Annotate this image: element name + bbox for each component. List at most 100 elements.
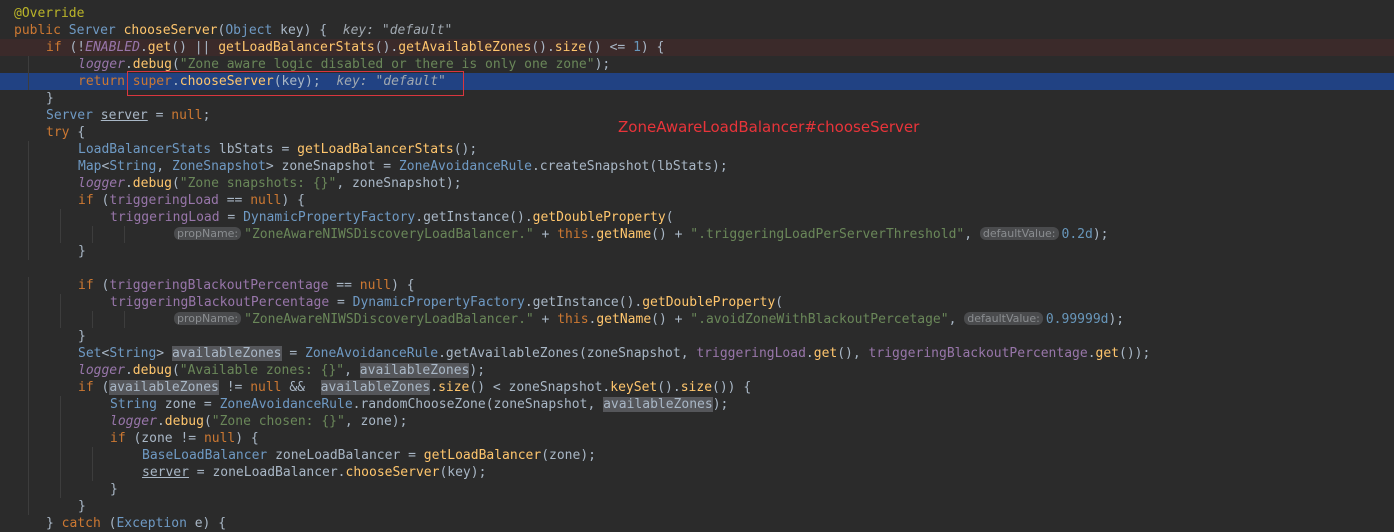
code-line[interactable]: }: [0, 243, 1394, 260]
code-line[interactable]: [0, 260, 1394, 277]
code-line[interactable]: if (!ENABLED.get() || getLoadBalancerSta…: [0, 39, 1394, 56]
code-line[interactable]: propName: "ZoneAwareNIWSDiscoveryLoadBala…: [0, 311, 1394, 328]
code-line[interactable]: Map<String, ZoneSnapshot> zoneSnapshot =…: [0, 158, 1394, 175]
annotation-label: ZoneAwareLoadBalancer#chooseServer: [618, 118, 920, 136]
code-line[interactable]: if (zone != null) {: [0, 430, 1394, 447]
code-token: DynamicPropertyFactory: [243, 210, 416, 225]
code-token: }: [46, 91, 54, 106]
indent-guide: [28, 243, 29, 260]
code-token: (: [203, 414, 212, 429]
indent-guide: [28, 498, 29, 515]
code-line[interactable]: logger.debug("Zone snapshots: {}", zoneS…: [0, 175, 1394, 192]
code-line[interactable]: logger.debug("Available zones: {}", avai…: [0, 362, 1394, 379]
code-token: );: [1108, 312, 1125, 327]
indent-guide: [28, 192, 29, 209]
code-token: "Zone chosen: {}": [211, 414, 345, 429]
code-line[interactable]: Set<String> availableZones = ZoneAvoidan…: [0, 345, 1394, 362]
code-token: getDoubleProperty: [642, 295, 776, 310]
code-token: "ZoneAwareNIWSDiscoveryLoadBalancer.": [244, 312, 534, 327]
code-token: @Override: [14, 6, 85, 21]
code-line-content: Server server = null;: [46, 107, 210, 124]
code-token: ZoneAvoidanceRule: [219, 397, 353, 412]
code-line[interactable]: String zone = ZoneAvoidanceRule.randomCh…: [0, 396, 1394, 413]
indent-guide: [28, 56, 29, 73]
code-token: ) {: [281, 193, 305, 208]
code-token: getName: [596, 227, 652, 242]
code-token: = zoneLoadBalancer.: [188, 465, 346, 480]
code-token: Server: [68, 23, 124, 38]
code-token: key) {: [280, 23, 343, 38]
code-line[interactable]: if (triggeringBlackoutPercentage == null…: [0, 277, 1394, 294]
indent-guide: [92, 464, 93, 481]
code-token: BaseLoadBalancer: [142, 448, 276, 463]
code-line-content: } catch (Exception e) {: [46, 515, 226, 532]
code-token: ().: [531, 40, 555, 55]
code-token: triggeringLoad: [110, 210, 220, 225]
code-token: availableZones: [359, 363, 470, 378]
code-token: .getAvailableZones(zoneSnapshot,: [438, 346, 697, 361]
code-token: getLoadBalancer: [423, 448, 542, 463]
code-token: try: [46, 125, 78, 140]
indent-guide: [28, 328, 29, 345]
code-token: "Zone snapshots: {}": [179, 176, 337, 191]
code-token: .: [805, 346, 814, 361]
code-token: "ZoneAwareNIWSDiscoveryLoadBalancer.": [244, 227, 534, 242]
code-line[interactable]: }: [0, 328, 1394, 345]
code-token: }: [78, 244, 86, 259]
code-token: String: [109, 159, 157, 174]
code-token: "Available zones: {}": [179, 363, 345, 378]
code-line[interactable]: triggeringBlackoutPercentage = DynamicPr…: [0, 294, 1394, 311]
indent-guide: [60, 413, 61, 430]
code-line-content: if (zone != null) {: [110, 430, 259, 447]
code-token: server: [100, 108, 148, 123]
code-line[interactable]: }: [0, 498, 1394, 515]
code-token: ENABLED: [85, 40, 140, 55]
code-token: getName: [596, 312, 652, 327]
code-token: ());: [1119, 346, 1151, 361]
code-token: }: [46, 516, 62, 531]
code-line[interactable]: server = zoneLoadBalancer.chooseServer(k…: [0, 464, 1394, 481]
code-token: chooseServer: [123, 23, 218, 38]
code-token: null: [203, 431, 236, 446]
code-token: }: [78, 329, 86, 344]
code-line[interactable]: @Override: [0, 5, 1394, 22]
code-token: debug: [164, 414, 204, 429]
indent-guide: [124, 311, 125, 328]
code-line[interactable]: if (triggeringLoad == null) {: [0, 192, 1394, 209]
code-token: 0.99999d: [1045, 312, 1109, 327]
code-line[interactable]: } catch (Exception e) {: [0, 515, 1394, 532]
code-token: Object: [225, 23, 281, 38]
code-line[interactable]: public Server chooseServer(Object key) {…: [0, 22, 1394, 39]
code-token: get: [1095, 346, 1120, 361]
indent-guide: [92, 311, 93, 328]
code-line-content: logger.debug("Zone snapshots: {}", zoneS…: [78, 175, 462, 192]
code-token: public: [14, 23, 69, 38]
code-line[interactable]: triggeringLoad = DynamicPropertyFactory.…: [0, 209, 1394, 226]
code-token: .createSnapshot(lbStats);: [531, 159, 728, 174]
code-token: null: [250, 380, 290, 395]
code-token: (zone !=: [133, 431, 204, 446]
indent-guide: [28, 158, 29, 175]
code-line[interactable]: propName: "ZoneAwareNIWSDiscoveryLoadBala…: [0, 226, 1394, 243]
code-line-content: triggeringBlackoutPercentage = DynamicPr…: [110, 294, 783, 311]
code-line-content: propName: "ZoneAwareNIWSDiscoveryLoadBala…: [174, 311, 1124, 328]
code-token: get: [147, 40, 172, 55]
code-token: getLoadBalancerStats: [297, 142, 454, 157]
code-line[interactable]: BaseLoadBalancer zoneLoadBalancer = getL…: [0, 447, 1394, 464]
indent-guide: [28, 464, 29, 481]
code-line[interactable]: }: [0, 481, 1394, 498]
code-line[interactable]: if (availableZones != null && availableZ…: [0, 379, 1394, 396]
code-token: );: [469, 363, 486, 378]
code-token: );: [594, 57, 611, 72]
code-line[interactable]: LoadBalancerStats lbStats = getLoadBalan…: [0, 141, 1394, 158]
code-token: !=: [218, 380, 251, 395]
code-token: ) {: [640, 40, 665, 55]
indent-guide: [28, 226, 29, 243]
code-token: getAvailableZones: [398, 40, 532, 55]
code-line[interactable]: logger.debug("Zone chosen: {}", zone);: [0, 413, 1394, 430]
code-token: .: [124, 57, 133, 72]
code-token: (zone);: [541, 448, 596, 463]
code-token: null: [171, 108, 203, 123]
code-token: size: [554, 40, 587, 55]
code-line-content: if (triggeringLoad == null) {: [78, 192, 305, 209]
